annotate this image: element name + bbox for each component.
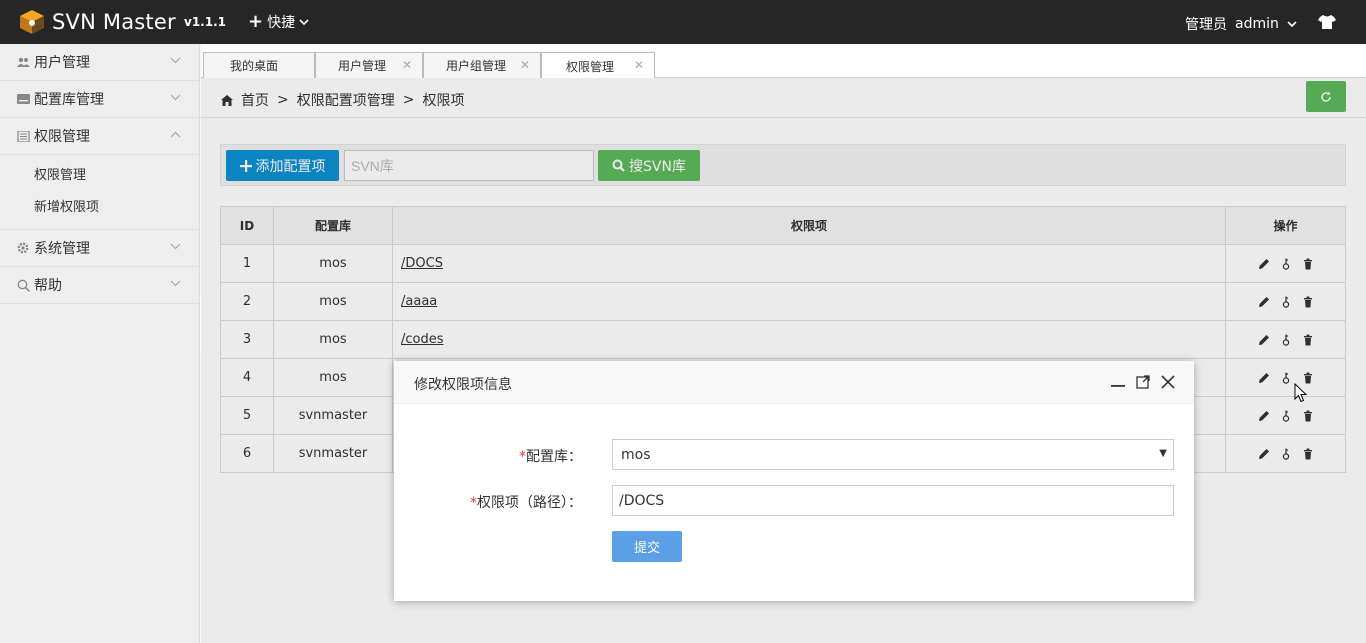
submit-button[interactable]: 提交 (612, 531, 682, 562)
sidebar-subitem-permission-management[interactable]: 权限管理 (0, 160, 199, 192)
submenu-permission: 权限管理 新增权限项 (0, 155, 199, 230)
caret-down-icon: ▼ (1159, 448, 1167, 459)
required-mark: * (470, 495, 477, 511)
repo-label-text: 配置库： (526, 449, 582, 465)
users-icon (16, 56, 30, 68)
sidebar-subitem-add-permission[interactable]: 新增权限项 (0, 192, 199, 224)
tab-desktop[interactable]: 我的桌面 (203, 52, 315, 78)
book-icon (16, 130, 30, 142)
required-mark: * (519, 449, 526, 465)
username: admin (1235, 16, 1279, 32)
search-icon (16, 279, 30, 292)
sidebar-item-permission-management[interactable]: 权限管理 (0, 118, 199, 155)
tab-permission-management[interactable]: 权限管理 ✕ (541, 52, 655, 79)
chevron-down-icon (170, 280, 181, 287)
quick-menu-button[interactable]: + 快捷 (248, 12, 309, 32)
sidebar-item-repo-management[interactable]: 配置库管理 (0, 81, 199, 118)
edit-permission-modal: 修改权限项信息 *配置库： mos ▼ *权限项（路径）： 提交 (394, 361, 1194, 601)
sidebar-item-user-management[interactable]: 用户管理 (0, 44, 199, 81)
sidebar-item-label: 权限管理 (34, 129, 90, 145)
app-version: v1.1.1 (184, 15, 226, 29)
top-navbar: SVN Master v1.1.1 + 快捷 管理员 admin (0, 0, 1366, 44)
close-icon[interactable]: ✕ (402, 58, 412, 72)
path-field-label: *权限项（路径）： (470, 492, 582, 512)
plus-icon: + (248, 11, 264, 32)
gear-icon (16, 242, 30, 254)
sidebar: 用户管理 配置库管理 权限管理 权限管理 新增权限项 系统管理 帮助 (0, 44, 200, 643)
repo-field-label: *配置库： (519, 446, 582, 466)
user-menu[interactable]: 管理员 admin (1185, 14, 1297, 34)
tab-bar: 我的桌面 用户管理 ✕ 用户组管理 ✕ 权限管理 ✕ (201, 44, 1366, 79)
database-icon (16, 93, 30, 105)
tab-label: 权限管理 (566, 59, 615, 74)
chevron-down-icon (170, 57, 181, 64)
sidebar-item-system-management[interactable]: 系统管理 (0, 230, 199, 267)
chevron-down-icon (299, 19, 309, 26)
chevron-down-icon (170, 94, 181, 101)
app-name: SVN Master (52, 10, 176, 34)
logo-cube-icon (20, 10, 44, 34)
repo-select-value: mos (621, 446, 651, 463)
sidebar-item-label: 系统管理 (34, 241, 90, 257)
modal-title: 修改权限项信息 (414, 377, 512, 393)
tab-user-management[interactable]: 用户管理 ✕ (315, 52, 423, 78)
tab-group-management[interactable]: 用户组管理 ✕ (423, 52, 541, 78)
sidebar-item-label: 用户管理 (34, 55, 90, 71)
minimize-icon[interactable] (1110, 374, 1126, 390)
sidebar-item-label: 帮助 (34, 278, 62, 294)
sidebar-item-label: 配置库管理 (34, 92, 104, 108)
mouse-cursor-icon (1294, 383, 1308, 403)
chevron-down-icon (1287, 21, 1297, 28)
form-row-repo: *配置库： mos ▼ (394, 439, 1194, 470)
form-row-path: *权限项（路径）： (394, 485, 1194, 516)
modal-header: 修改权限项信息 (394, 361, 1194, 404)
tab-label: 我的桌面 (230, 59, 279, 73)
repo-select[interactable]: mos ▼ (612, 439, 1174, 470)
close-icon[interactable]: ✕ (520, 58, 530, 72)
app-logo[interactable]: SVN Master (18, 8, 176, 36)
path-input[interactable] (612, 485, 1174, 516)
chevron-up-icon (170, 131, 181, 138)
quick-menu-label: 快捷 (267, 15, 296, 31)
maximize-icon[interactable] (1135, 374, 1151, 390)
close-icon[interactable] (1160, 374, 1176, 390)
user-role: 管理员 (1185, 17, 1227, 33)
close-icon[interactable]: ✕ (634, 58, 644, 72)
tab-label: 用户组管理 (446, 59, 507, 73)
sidebar-item-help[interactable]: 帮助 (0, 267, 199, 304)
path-label-text: 权限项（路径）： (477, 495, 582, 511)
skin-tshirt-icon[interactable] (1318, 14, 1336, 30)
chevron-down-icon (170, 243, 181, 250)
tab-label: 用户管理 (338, 59, 387, 73)
